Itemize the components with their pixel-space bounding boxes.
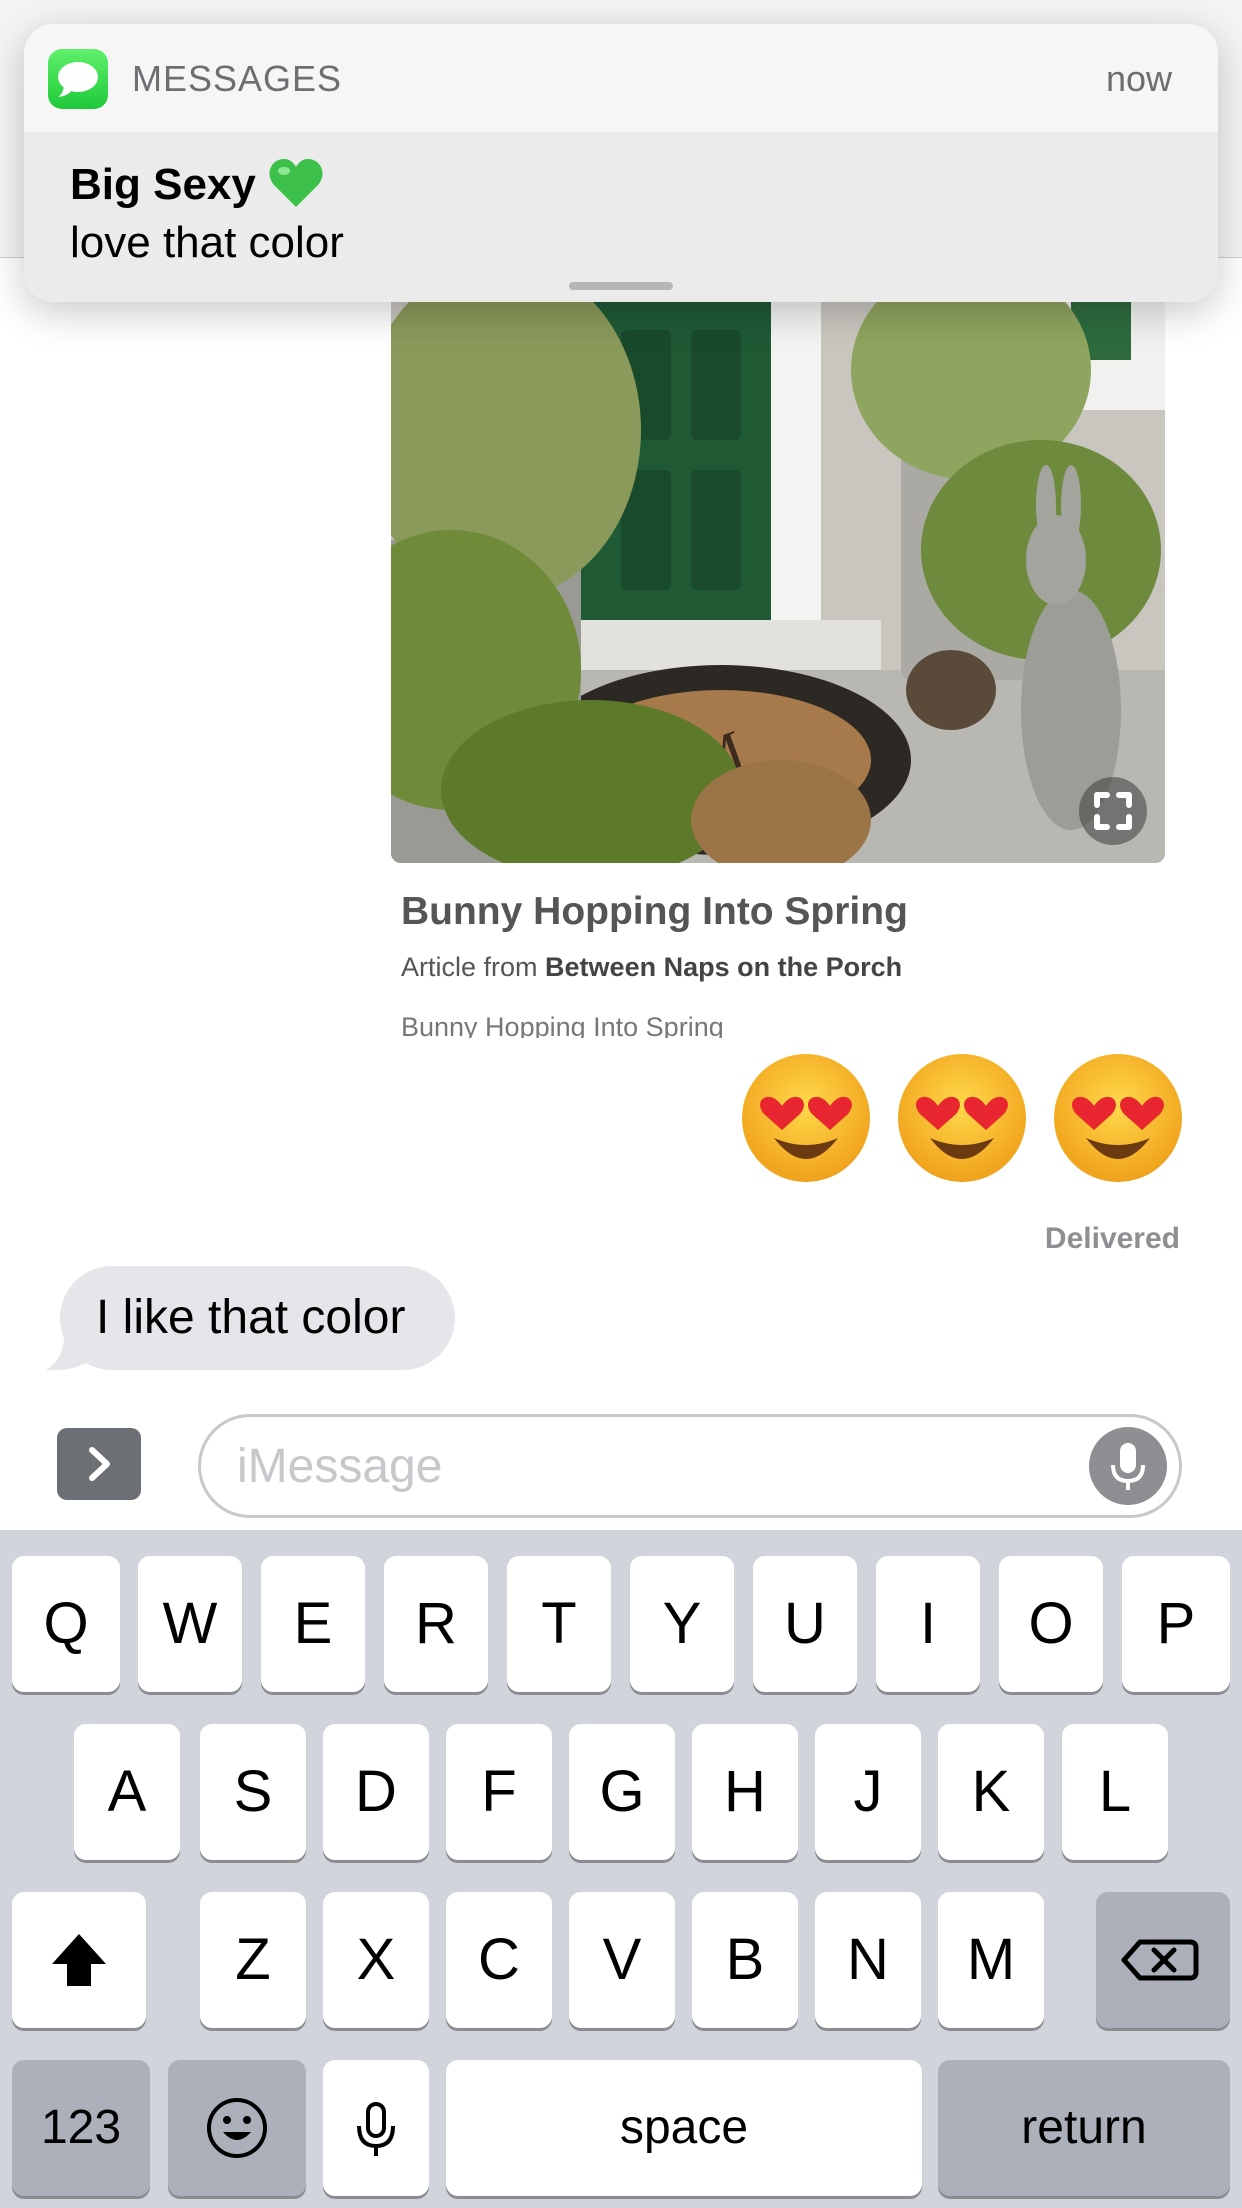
microphone-icon [357, 2102, 395, 2156]
notification-drag-handle[interactable] [569, 282, 673, 290]
key-t[interactable]: T [507, 1556, 611, 1692]
heart-eyes-emoji [1054, 1054, 1182, 1182]
key-k[interactable]: K [938, 1724, 1044, 1860]
delivery-status: Delivered [1044, 1222, 1180, 1255]
key-h[interactable]: H [692, 1724, 798, 1860]
notification-body [24, 132, 1218, 302]
notification-banner[interactable]: MESSAGES now Big Sexy love that color [24, 24, 1218, 302]
key-o[interactable]: O [999, 1556, 1103, 1692]
shift-key[interactable] [12, 1892, 146, 2028]
key-q[interactable]: Q [12, 1556, 120, 1692]
imessage-field[interactable] [198, 1414, 1182, 1518]
link-preview-card[interactable]: M Bunny Hopping Into Spring Article from… [391, 290, 1165, 1038]
key-c[interactable]: C [446, 1892, 552, 2028]
key-u[interactable]: U [753, 1556, 857, 1692]
delete-key[interactable] [1096, 1892, 1230, 2028]
message-input[interactable] [237, 1417, 1037, 1515]
green-heart-icon [269, 159, 323, 208]
key-b[interactable]: B [692, 1892, 798, 2028]
key-w[interactable]: W [138, 1556, 242, 1692]
heart-eyes-emoji [898, 1054, 1026, 1182]
key-p[interactable]: P [1122, 1556, 1230, 1692]
keyboard: Q W E R T Y U I O P A S D F G H J K L Z … [0, 1530, 1242, 2208]
link-preview-source-prefix: Article from [401, 952, 538, 982]
messages-app-icon [48, 49, 108, 109]
notification-app-name: MESSAGES [132, 58, 343, 99]
key-e[interactable]: E [261, 1556, 365, 1692]
key-n[interactable]: N [815, 1892, 921, 2028]
key-l[interactable]: L [1062, 1724, 1168, 1860]
incoming-message-bubble[interactable]: I like that color [60, 1266, 456, 1370]
link-preview-title: Bunny Hopping Into Spring [401, 890, 908, 933]
notification-message: love that color [70, 218, 344, 267]
smiley-icon [207, 2098, 267, 2158]
backspace-icon [1121, 1939, 1199, 1981]
key-a[interactable]: A [74, 1724, 180, 1860]
key-s[interactable]: S [200, 1724, 306, 1860]
dictation-key[interactable] [323, 2060, 429, 2196]
app-drawer-button[interactable] [57, 1428, 141, 1500]
link-preview-image[interactable]: M [391, 290, 1165, 863]
chevron-right-icon [89, 1447, 110, 1481]
key-r[interactable]: R [384, 1556, 488, 1692]
link-preview-source: Article from Between Naps on the Porch [401, 952, 902, 983]
emoji-key[interactable] [168, 2060, 306, 2196]
key-x[interactable]: X [323, 1892, 429, 2028]
key-j[interactable]: J [815, 1724, 921, 1860]
shift-arrow-icon [52, 1934, 106, 1986]
key-z[interactable]: Z [200, 1892, 306, 2028]
key-m[interactable]: M [938, 1892, 1044, 2028]
notification-header: MESSAGES now [24, 24, 1218, 132]
key-g[interactable]: G [569, 1724, 675, 1860]
emoji-message[interactable] [740, 1052, 1184, 1184]
space-key[interactable]: space [446, 2060, 922, 2196]
key-y[interactable]: Y [630, 1556, 734, 1692]
key-v[interactable]: V [569, 1892, 675, 2028]
notification-time: now [1105, 58, 1172, 99]
key-i[interactable]: I [876, 1556, 980, 1692]
notification-sender: Big Sexy [70, 159, 324, 210]
numbers-key[interactable]: 123 [12, 2060, 150, 2196]
link-preview-source-name: Between Naps on the Porch [545, 952, 903, 982]
return-key[interactable]: return [938, 2060, 1230, 2196]
expand-icon[interactable] [1079, 777, 1147, 845]
heart-eyes-emoji [742, 1054, 870, 1182]
microphone-icon [1111, 1443, 1145, 1490]
key-f[interactable]: F [446, 1724, 552, 1860]
dictation-button[interactable] [1089, 1427, 1167, 1505]
link-preview-description: Bunny Hopping Into Spring [401, 1012, 724, 1038]
notification-sender-name: Big Sexy [70, 160, 256, 209]
key-d[interactable]: D [323, 1724, 429, 1860]
